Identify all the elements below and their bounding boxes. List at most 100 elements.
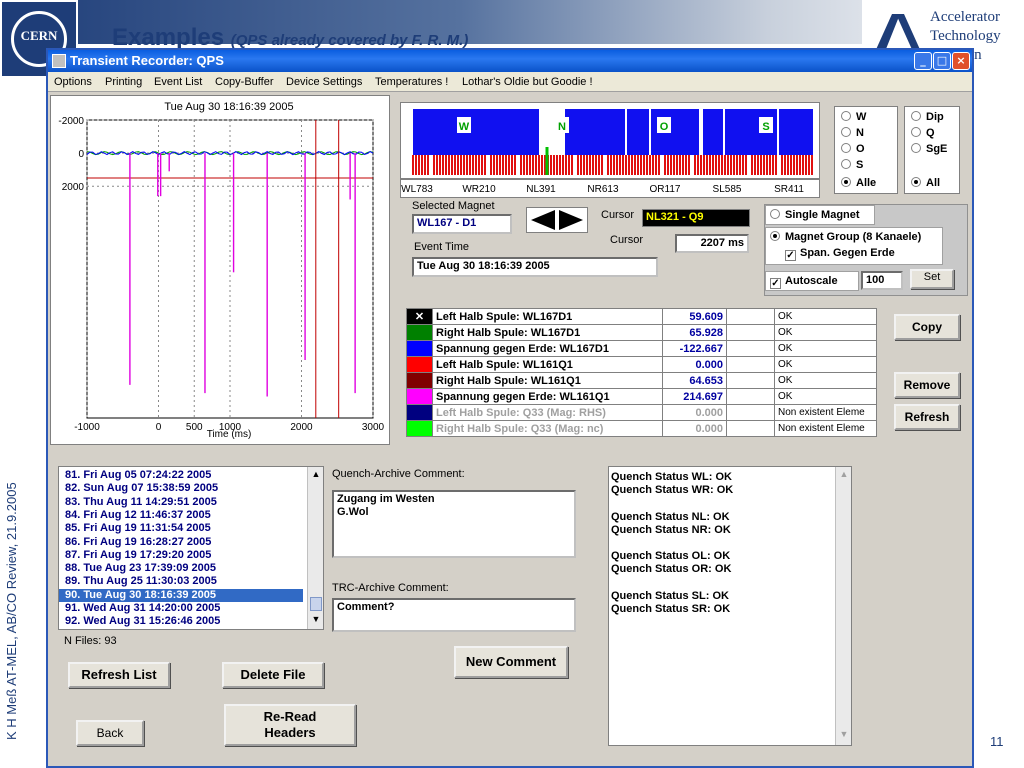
single-magnet-radio[interactable]: Single Magnet (770, 209, 860, 221)
channel-name: Right Halb Spule: WL167D1 (432, 324, 663, 341)
magnet-block (703, 109, 723, 155)
copy-button[interactable]: Copy (894, 314, 960, 340)
magnet-overview[interactable]: W N O S WL783 WR210 NL391 NR613 OR117 SL585 SR411 (400, 102, 820, 198)
channel-status: OK (774, 356, 877, 373)
menu-temperatures[interactable]: Temperatures ! (375, 76, 448, 88)
remove-button[interactable]: Remove (894, 372, 960, 398)
set-button[interactable]: Set (910, 269, 954, 289)
file-list[interactable]: ▲ ▼ 81. Fri Aug 05 07:24:22 2005 82. Sun … (58, 466, 324, 630)
sector-radio-w[interactable]: W (841, 111, 866, 123)
channel-color-swatch[interactable]: ✕ (406, 308, 433, 325)
channel-extra (726, 356, 775, 373)
refresh-button[interactable]: Refresh (894, 404, 960, 430)
window-titlebar[interactable]: Transient Recorder: QPS _ □ × (48, 50, 972, 72)
type-radio-sge[interactable]: SgE (911, 143, 947, 155)
menu-printing[interactable]: Printing (105, 76, 142, 88)
back-button[interactable]: Back (76, 720, 144, 746)
menu-options[interactable]: Options (54, 76, 92, 88)
minimize-icon[interactable]: _ (914, 52, 932, 70)
trc-comment-label: TRC-Archive Comment: (332, 582, 449, 594)
selected-magnet-field[interactable]: WL167 - D1 (412, 214, 512, 234)
status-scrollbar[interactable]: ▲ ▼ (835, 467, 851, 745)
channel-value: 0.000 (662, 420, 727, 437)
selected-magnet-label: Selected Magnet (412, 200, 495, 212)
waveform-chart[interactable]: Tue Aug 30 18:16:39 2005 Time (ms) 20000… (51, 17, 389, 444)
channel-color-swatch[interactable] (406, 372, 433, 389)
file-list-item[interactable]: 85. Fri Aug 19 11:31:54 2005 (59, 522, 303, 535)
channel-value: 59.609 (662, 308, 727, 325)
delete-file-button[interactable]: Delete File (222, 662, 324, 688)
maximize-icon[interactable]: □ (933, 52, 951, 70)
prev-magnet-icon (531, 210, 555, 230)
channel-row[interactable]: Right Halb Spule: WL161Q1 64.653 OK (406, 372, 877, 389)
channel-color-swatch[interactable] (406, 388, 433, 405)
channel-color-swatch[interactable] (406, 324, 433, 341)
file-list-item[interactable]: 88. Tue Aug 23 17:39:09 2005 (59, 562, 303, 575)
cursor-value-field[interactable]: 2207 ms (675, 234, 749, 253)
event-time-field[interactable]: Tue Aug 30 18:16:39 2005 (412, 257, 658, 277)
scroll-up-icon: ▲ (311, 469, 321, 479)
channel-row[interactable]: Spannung gegen Erde: WL161Q1 214.697 OK (406, 388, 877, 405)
span-gegen-erde-checkbox[interactable]: ✓ Span. Gegen Erde (785, 247, 895, 261)
type-radio-q[interactable]: Q (911, 127, 935, 139)
sector-radio-alle[interactable]: Alle (841, 177, 876, 189)
magnet-group-radio[interactable]: Magnet Group (8 Kanaele) (770, 231, 921, 243)
menu-event-list[interactable]: Event List (154, 76, 202, 88)
y-tick-label: 0 (78, 149, 84, 160)
channel-status: Non existent Eleme (774, 404, 877, 421)
channel-row[interactable]: Left Halb Spule: Q33 (Mag: RHS) 0.000 Non … (406, 404, 877, 421)
sector-radio-o[interactable]: O (841, 143, 865, 155)
file-list-item[interactable]: 86. Fri Aug 19 16:28:27 2005 (59, 536, 303, 549)
slide-number: 11 (990, 734, 1004, 749)
channel-extra (726, 324, 775, 341)
quench-comment-field[interactable]: Zugang im Westen G.Wol (332, 490, 576, 558)
channel-row[interactable]: Left Halb Spule: WL161Q1 0.000 OK (406, 356, 877, 373)
channel-row[interactable]: Right Halb Spule: WL167D1 65.928 OK (406, 324, 877, 341)
channel-color-swatch[interactable] (406, 340, 433, 357)
slide-subtitle: (QPS already covered by F. R. M.) (230, 32, 469, 49)
menu-device-settings[interactable]: Device Settings (286, 76, 362, 88)
channel-name: Spannung gegen Erde: WL167D1 (432, 340, 663, 357)
x-tick-label: 1000 (219, 422, 242, 433)
close-icon[interactable]: × (952, 52, 970, 70)
file-list-item[interactable]: 90. Tue Aug 30 18:16:39 2005 (59, 588, 303, 602)
type-radio-all[interactable]: All (911, 177, 940, 189)
file-list-scrollbar[interactable]: ▲ ▼ (307, 467, 323, 629)
channel-color-swatch[interactable] (406, 404, 433, 421)
channel-row[interactable]: Right Halb Spule: Q33 (Mag: nc) 0.000 Non … (406, 420, 877, 437)
menu-bar: Options Printing Event List Copy-Buffer … (48, 72, 972, 92)
autoscale-checkbox[interactable]: ✓ Autoscale (770, 275, 838, 289)
refresh-list-button[interactable]: Refresh List (68, 662, 170, 688)
menu-lothars-oldie[interactable]: Lothar's Oldie but Goodie ! (462, 76, 593, 88)
slide-footer-author: K H Meß AT-MEL, AB/CO Review, 21.9.2005 (4, 482, 19, 740)
autoscale-value-field[interactable]: 100 (861, 271, 903, 290)
file-list-item[interactable]: 81. Fri Aug 05 07:24:22 2005 (59, 469, 303, 482)
trc-comment-field[interactable]: Comment? (332, 598, 576, 632)
sector-radio-s[interactable]: S (841, 159, 863, 171)
file-list-item[interactable]: 92. Wed Aug 31 15:26:46 2005 (59, 615, 303, 628)
file-list-item[interactable]: 89. Thu Aug 25 11:30:03 2005 (59, 575, 303, 588)
file-list-item[interactable]: 91. Wed Aug 31 14:20:00 2005 (59, 602, 303, 615)
sector-letter: O (660, 121, 669, 133)
next-magnet-icon (559, 210, 583, 230)
channel-name: Right Halb Spule: Q33 (Mag: nc) (432, 420, 663, 437)
file-list-item[interactable]: 87. Fri Aug 19 17:29:20 2005 (59, 549, 303, 562)
magnet-step-arrows[interactable] (526, 207, 588, 233)
channel-row[interactable]: Spannung gegen Erde: WL167D1 -122.667 OK (406, 340, 877, 357)
channel-color-swatch[interactable] (406, 420, 433, 437)
file-list-item[interactable]: 82. Sun Aug 07 15:38:59 2005 (59, 482, 303, 495)
type-radio-dip[interactable]: Dip (911, 111, 944, 123)
sector-radio-n[interactable]: N (841, 127, 864, 139)
channel-row[interactable]: ✕ Left Halb Spule: WL167D1 59.609 OK (406, 308, 877, 325)
new-comment-button[interactable]: New Comment (454, 646, 568, 678)
scroll-up-icon: ▲ (839, 469, 849, 479)
channel-status: OK (774, 340, 877, 357)
file-list-item[interactable]: 83. Thu Aug 11 14:29:51 2005 (59, 496, 303, 509)
file-list-item[interactable]: 84. Fri Aug 12 11:46:37 2005 (59, 509, 303, 522)
magnet-label: NL391 (526, 184, 556, 195)
reread-headers-button[interactable]: Re-Read Headers (224, 704, 356, 746)
app-icon (52, 54, 66, 68)
channel-color-swatch[interactable] (406, 356, 433, 373)
channel-extra (726, 340, 775, 357)
menu-copy-buffer[interactable]: Copy-Buffer (215, 76, 274, 88)
